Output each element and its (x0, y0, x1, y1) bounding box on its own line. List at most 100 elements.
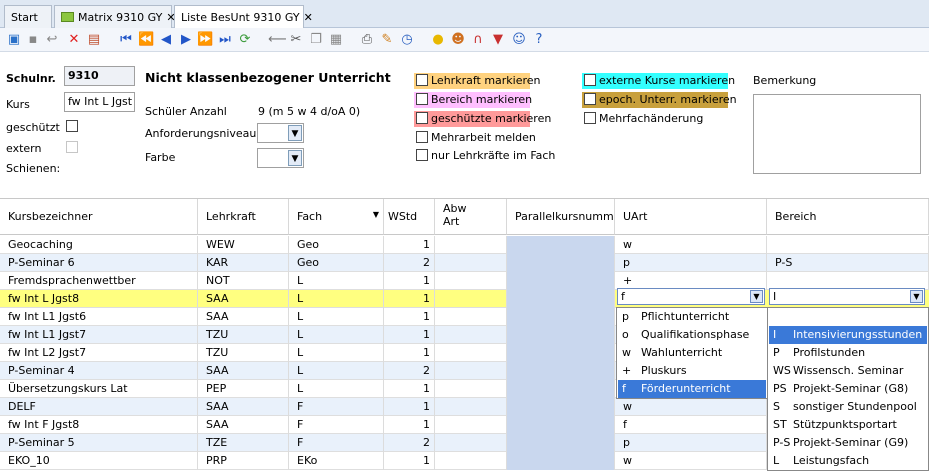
table-cell[interactable]: TZU (198, 326, 289, 344)
filter-icon[interactable]: ▼ (490, 32, 506, 48)
table-cell[interactable]: w (615, 398, 767, 416)
cut-icon[interactable]: ✂ (288, 32, 304, 48)
table-cell[interactable]: Übersetzungskurs Lat (0, 380, 198, 398)
checkbox[interactable] (416, 112, 428, 124)
dropdown-option[interactable]: + Pluskurs (618, 362, 766, 380)
table-cell[interactable]: 1 (384, 308, 435, 326)
dropdown-option[interactable]: WS Wissensch. Seminar (769, 362, 927, 380)
table-cell[interactable]: 1 (384, 398, 435, 416)
dropdown-option[interactable]: I Intensivierungsstunden (769, 326, 927, 344)
table-cell[interactable] (435, 452, 507, 470)
table-cell[interactable]: EKO_10 (0, 452, 198, 470)
dropdown-option[interactable]: w Wahlunterricht (618, 344, 766, 362)
table-cell[interactable] (435, 416, 507, 434)
table-cell[interactable] (435, 290, 507, 308)
checkbox[interactable] (416, 74, 428, 86)
lehrkraft-markieren[interactable]: Lehrkraft markieren (414, 73, 541, 89)
table-cell[interactable]: 2 (384, 434, 435, 452)
table-cell[interactable]: F (289, 434, 384, 452)
table-cell[interactable]: fw Int F Jgst8 (0, 416, 198, 434)
table-cell[interactable] (435, 326, 507, 344)
table-cell[interactable]: L (289, 290, 384, 308)
table-cell[interactable]: fw Int L Jgst8 (0, 290, 198, 308)
back-arrow-icon[interactable]: ⟵ (268, 32, 287, 48)
checkbox[interactable] (416, 131, 428, 143)
print-icon[interactable]: ⎙ (359, 32, 375, 48)
table-cell[interactable]: fw Int L2 Jgst7 (0, 344, 198, 362)
table-cell[interactable] (435, 362, 507, 380)
column-header[interactable]: WStd (384, 199, 435, 235)
table-cell[interactable]: p (615, 434, 767, 452)
table-cell[interactable]: 1 (384, 290, 435, 308)
tab-start[interactable]: Start (4, 5, 52, 28)
table-cell[interactable] (435, 434, 507, 452)
dropdown-option[interactable]: ST Stützpunktsportart (769, 416, 927, 434)
next-icon[interactable]: ▶ (178, 32, 194, 48)
new-icon[interactable]: ▣ (6, 32, 22, 48)
column-header[interactable]: Fach ▼ (289, 199, 384, 235)
checkbox[interactable] (584, 74, 596, 86)
next-page-icon[interactable]: ⏩ (197, 32, 213, 48)
table-cell[interactable] (507, 290, 615, 308)
checkbox[interactable] (584, 112, 596, 124)
checkbox[interactable] (584, 93, 596, 105)
prev-page-icon[interactable]: ⏪ (138, 32, 154, 48)
refresh-icon[interactable]: ⟳ (237, 32, 253, 48)
table-cell[interactable] (507, 380, 615, 398)
column-header[interactable]: Lehrkraft (198, 199, 289, 235)
table-cell[interactable] (435, 254, 507, 272)
geschuetzt-checkbox[interactable] (66, 120, 78, 132)
farbe-select[interactable]: ▼ (257, 148, 304, 168)
table-row[interactable]: P-Seminar 6 KAR Geo 2 p P-S (0, 254, 929, 272)
brush-icon[interactable]: ✎ (379, 32, 395, 48)
dropdown-option[interactable]: P-S Projekt-Seminar (G9) (769, 434, 927, 452)
bereich-combo[interactable]: I ▼ (769, 288, 925, 305)
save-icon[interactable]: ▪ (25, 32, 41, 48)
table-cell[interactable] (507, 272, 615, 290)
table-cell[interactable]: EKo (289, 452, 384, 470)
table-cell[interactable] (435, 344, 507, 362)
clock-icon[interactable]: ◷ (399, 32, 415, 48)
table-cell[interactable] (435, 236, 507, 254)
close-icon[interactable]: ✕ (304, 11, 313, 24)
column-header[interactable]: Abw Art (435, 199, 507, 235)
column-header[interactable]: Bereich (767, 199, 929, 235)
column-header[interactable]: Kursbezeichner (0, 199, 198, 235)
table-cell[interactable]: F (289, 416, 384, 434)
first-icon[interactable]: ⏮ (118, 32, 134, 48)
table-cell[interactable]: 2 (384, 362, 435, 380)
epoch-markieren[interactable]: epoch. Unterr. markieren (582, 92, 737, 108)
anforderung-select[interactable]: ▼ (257, 123, 304, 143)
table-cell[interactable] (507, 416, 615, 434)
table-cell[interactable]: w (615, 452, 767, 470)
table-cell[interactable]: L (289, 308, 384, 326)
chevron-down-icon[interactable]: ▼ (750, 290, 763, 303)
uart-combo[interactable]: f ▼ (617, 288, 765, 305)
table-cell[interactable]: P-S (767, 254, 929, 272)
dropdown-option[interactable]: P Profilstunden (769, 344, 927, 362)
dropdown-option[interactable]: PS Projekt-Seminar (G8) (769, 380, 927, 398)
kurs-field[interactable]: fw Int L Jgst (64, 92, 135, 112)
table-cell[interactable]: SAA (198, 290, 289, 308)
table-cell[interactable]: 1 (384, 452, 435, 470)
table-cell[interactable]: 1 (384, 272, 435, 290)
table-cell[interactable]: 1 (384, 326, 435, 344)
dropdown-option[interactable]: p Pflichtunterricht (618, 308, 766, 326)
table-cell[interactable] (507, 254, 615, 272)
table-cell[interactable]: P-Seminar 5 (0, 434, 198, 452)
group-icon[interactable]: ☺ (511, 32, 527, 48)
table-cell[interactable]: 1 (384, 416, 435, 434)
table-cell[interactable]: fw Int L1 Jgst7 (0, 326, 198, 344)
table-cell[interactable]: 1 (384, 344, 435, 362)
tab-liste[interactable]: Liste BesUnt 9310 GY ✕ (174, 5, 313, 29)
table-cell[interactable] (435, 380, 507, 398)
mehrfachaenderung[interactable]: Mehrfachänderung (582, 111, 707, 127)
copy-icon[interactable]: ❐ (308, 32, 324, 48)
table-cell[interactable]: fw Int L1 Jgst6 (0, 308, 198, 326)
table-cell[interactable]: F (289, 398, 384, 416)
delete-icon[interactable]: ✕ (66, 32, 82, 48)
column-header[interactable]: UArt (615, 199, 767, 235)
undo-icon[interactable]: ↩ (44, 32, 60, 48)
dropdown-option[interactable] (769, 308, 927, 326)
table-cell[interactable]: L (289, 344, 384, 362)
